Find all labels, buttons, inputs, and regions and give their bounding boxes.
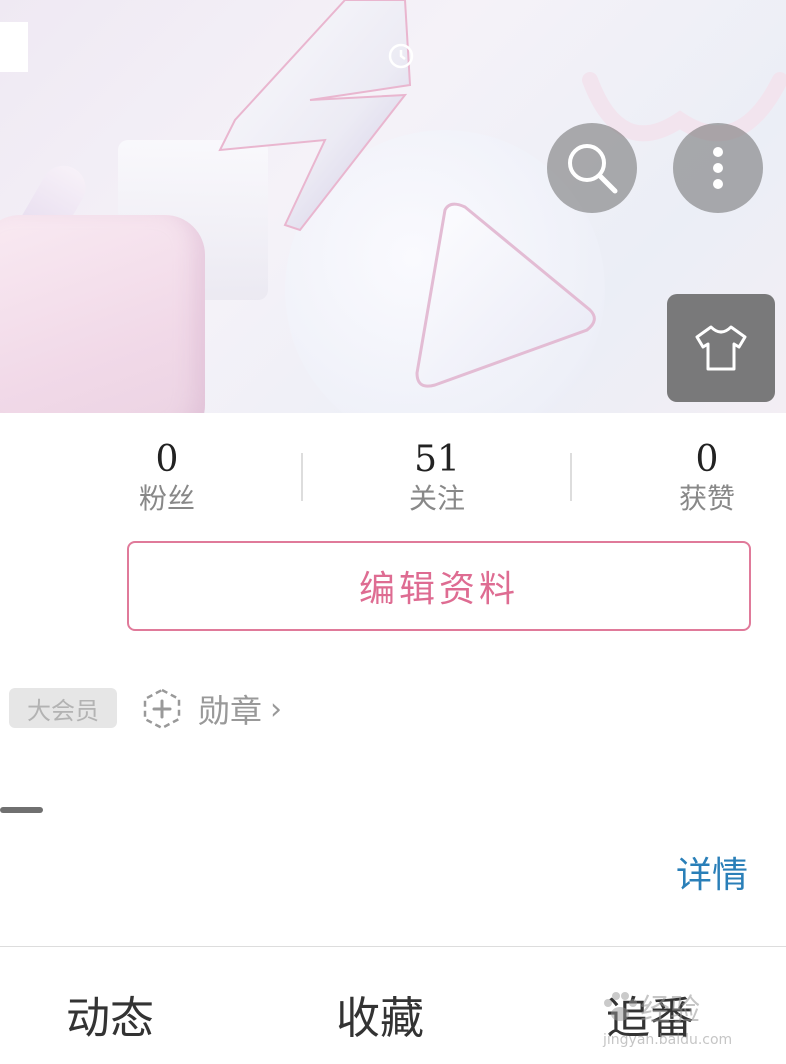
tab-favorites[interactable]: 收藏: [336, 982, 424, 1046]
stat-fans[interactable]: 0 粉丝: [92, 440, 242, 518]
tab-dynamic[interactable]: 动态: [66, 982, 154, 1046]
detail-link[interactable]: 详情: [676, 846, 748, 898]
banner-pink-block-decoration: [0, 215, 205, 413]
divider: [0, 946, 786, 947]
vip-badge[interactable]: 大会员: [9, 688, 117, 728]
following-label: 关注: [408, 482, 465, 515]
search-icon: [568, 144, 618, 194]
watermark: 经验: [600, 985, 700, 1029]
likes-label: 获赞: [678, 482, 735, 515]
medal-entry[interactable]: 勋章 ›: [140, 686, 282, 732]
theme-skin-button[interactable]: [667, 294, 775, 402]
stat-divider: [570, 453, 572, 501]
alarm-icon: [388, 43, 414, 69]
banner-play-decoration: [415, 202, 596, 388]
fans-label: 粉丝: [138, 482, 195, 515]
more-button[interactable]: [673, 123, 763, 213]
paw-icon: [604, 992, 637, 1021]
more-vertical-icon: [713, 147, 723, 189]
section-indicator: [0, 807, 43, 813]
medal-add-icon: [143, 688, 181, 730]
likes-count: 0: [695, 439, 719, 480]
back-button[interactable]: [0, 22, 28, 72]
chevron-right-icon: ›: [270, 691, 283, 727]
banner-lightning-decoration: [218, 0, 412, 232]
fans-count: 0: [155, 439, 179, 480]
watermark-text: 经验: [640, 993, 700, 1028]
stat-following[interactable]: 51 关注: [362, 440, 512, 518]
tshirt-icon: [695, 325, 747, 371]
stat-likes[interactable]: 0 获赞: [632, 440, 782, 518]
following-count: 51: [414, 439, 460, 480]
edit-profile-button[interactable]: 编辑资料: [127, 541, 751, 631]
stat-divider: [301, 453, 303, 501]
medal-label: 勋章: [198, 692, 263, 730]
watermark-url: jingyan.baidu.com: [603, 1032, 733, 1048]
search-button[interactable]: [547, 123, 637, 213]
